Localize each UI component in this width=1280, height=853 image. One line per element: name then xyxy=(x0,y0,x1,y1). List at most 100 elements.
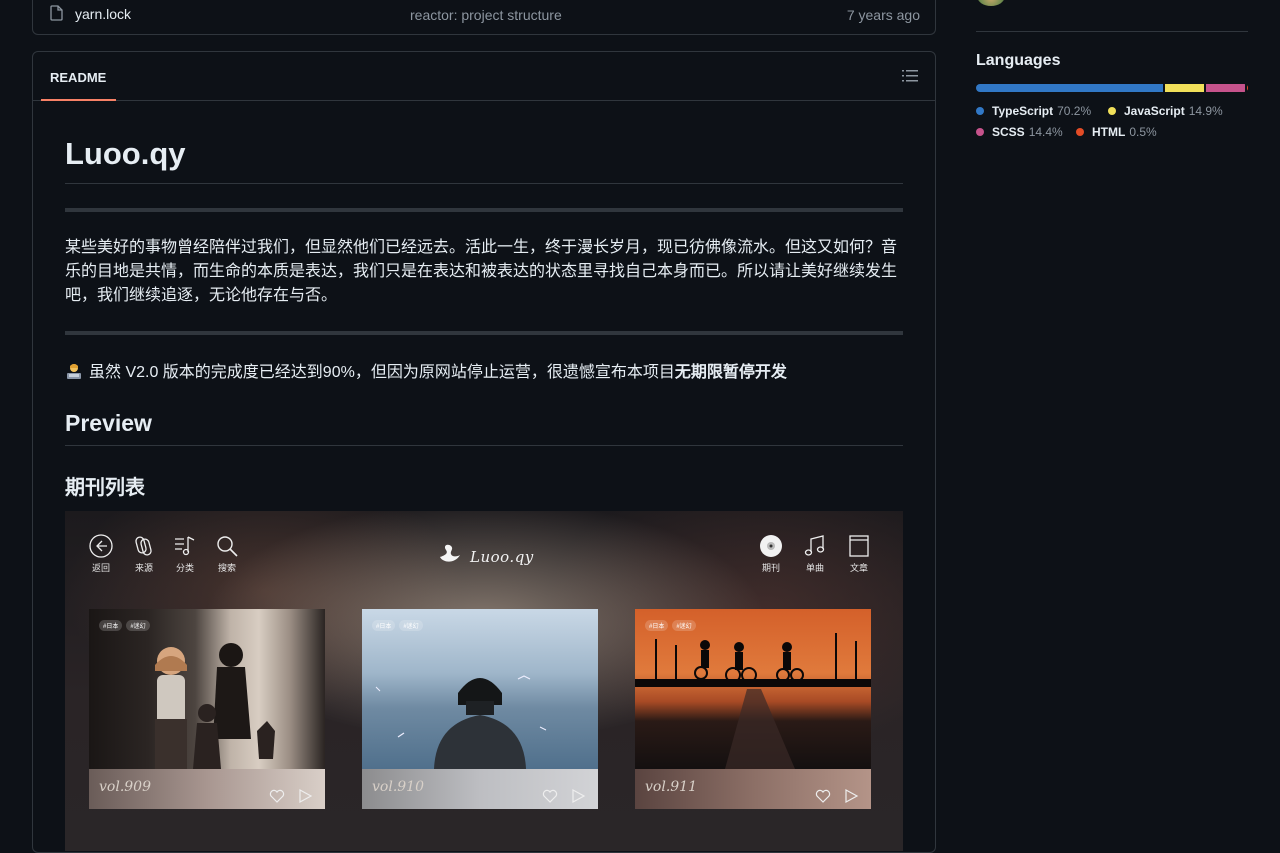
preview-nav-label: 分类 xyxy=(175,563,194,573)
vol-label: vol.909 xyxy=(99,779,151,795)
preview-nav-single: 单曲 xyxy=(801,533,829,574)
heart-icon xyxy=(542,789,558,803)
language-item-scss[interactable]: SCSS 14.4% xyxy=(976,125,1063,139)
heart-icon xyxy=(815,789,831,803)
preview-nav-label: 返回 xyxy=(91,563,110,573)
cover-image: #日本 #迷幻 xyxy=(362,609,598,769)
music-note-icon xyxy=(804,535,825,556)
commit-time: 7 years ago xyxy=(846,7,920,23)
preview-nav-journal: 期刊 xyxy=(757,533,785,574)
file-row[interactable]: yarn.lock reactor: project structure 7 y… xyxy=(33,0,935,32)
languages-title: Languages xyxy=(976,52,1061,69)
language-item-javascript[interactable]: JavaScript 14.9% xyxy=(1108,104,1223,118)
tag: #迷幻 xyxy=(672,620,696,631)
section-heading: 期刊列表 xyxy=(65,477,145,499)
preview-nav-label: 文章 xyxy=(849,563,868,573)
note-strong-text: 无期限暂停开发 xyxy=(674,364,787,381)
tag: #日本 xyxy=(645,620,669,631)
tag: #迷幻 xyxy=(126,620,150,631)
language-percent: 14.9% xyxy=(1188,104,1223,118)
preview-nav-search: 搜索 xyxy=(213,533,241,574)
article-icon xyxy=(849,535,869,557)
scss-color-dot xyxy=(976,128,984,136)
intro-paragraph: 某些美好的事物曾经陪伴过我们，但显然他们已经远去。活此一生，终于漫长岁月，现已彷… xyxy=(65,239,898,304)
preview-nav-source: 来源 xyxy=(130,533,158,574)
preview-card: #日本 #迷幻 vol.909 xyxy=(89,609,325,851)
language-percent: 14.4% xyxy=(1028,125,1063,139)
readme-title: Luoo.qy xyxy=(65,136,186,171)
card-footer: vol.910 xyxy=(362,769,598,809)
app-preview-image: 返回 来源 分类 搜索 Luoo.qy 期刊 单曲 文章 #日本 #迷幻 vol… xyxy=(65,511,903,851)
table-of-contents-icon[interactable] xyxy=(902,69,918,83)
tag: #日本 xyxy=(99,620,123,631)
language-bar-segment xyxy=(976,84,1163,92)
tab-readme[interactable]: README xyxy=(41,52,116,101)
vol-label: vol.910 xyxy=(372,779,424,795)
language-name: SCSS xyxy=(992,125,1025,139)
language-item-typescript[interactable]: TypeScript 70.2% xyxy=(976,104,1091,118)
language-name: TypeScript xyxy=(992,104,1054,118)
tag: #迷幻 xyxy=(399,620,423,631)
file-name-link[interactable]: yarn.lock xyxy=(75,6,131,22)
technologist-emoji-icon xyxy=(67,364,81,379)
file-table: yarn.lock reactor: project structure 7 y… xyxy=(32,0,936,35)
javascript-color-dot xyxy=(1108,107,1116,115)
cover-image: #日本 #迷幻 xyxy=(635,609,871,769)
horizontal-rule xyxy=(65,331,903,335)
language-percent: 0.5% xyxy=(1129,125,1157,139)
back-icon xyxy=(89,534,113,558)
search-icon xyxy=(217,536,238,557)
preview-nav-category: 分类 xyxy=(171,533,199,574)
dev-status-note: 虽然 V2.0 版本的完成度已经达到90%，但因为原网站停止运营，很遗憾宣布本项… xyxy=(65,361,903,385)
tag-list: #日本 #迷幻 xyxy=(372,615,427,633)
disc-icon xyxy=(760,535,782,557)
tag: #日本 xyxy=(372,620,396,631)
note-text: 虽然 V2.0 版本的完成度已经达到90%，但因为原网站停止运营，很遗憾宣布本项… xyxy=(89,364,675,381)
readme-panel: README Luoo.qy 某些美好的事物曾经陪伴过我们，但显然他们已经远去。… xyxy=(32,51,936,853)
preview-logo-text: Luoo.qy xyxy=(470,548,534,566)
language-bar-segment xyxy=(1164,84,1205,92)
title-divider xyxy=(65,183,903,184)
cover-illustration xyxy=(375,675,547,769)
readme-header: README xyxy=(33,52,935,101)
language-percent: 70.2% xyxy=(1057,104,1092,118)
preview-nav-article: 文章 xyxy=(845,533,873,574)
preview-nav-label: 期刊 xyxy=(761,563,780,573)
heading-divider xyxy=(65,445,903,446)
cover-illustration xyxy=(635,633,871,769)
cover-image: #日本 #迷幻 xyxy=(89,609,325,769)
preview-nav-back: 返回 xyxy=(87,533,115,574)
play-icon xyxy=(845,789,859,803)
horizontal-rule xyxy=(65,208,903,212)
vol-label: vol.911 xyxy=(645,779,697,795)
cover-illustration xyxy=(155,643,275,769)
swan-logo-icon xyxy=(440,544,460,562)
tag-list: #日本 #迷幻 xyxy=(99,615,154,633)
preview-nav-label: 来源 xyxy=(134,563,153,573)
typescript-color-dot xyxy=(976,107,984,115)
preview-nav-label: 单曲 xyxy=(805,563,824,573)
preview-card: #日本 #迷幻 vol.911 xyxy=(635,609,871,851)
preview-logo: Luoo.qy xyxy=(437,541,547,571)
language-bar-segment xyxy=(1246,84,1248,92)
language-bar xyxy=(976,84,1248,92)
play-icon xyxy=(572,789,586,803)
heart-icon xyxy=(269,789,285,803)
language-bar-segment xyxy=(1206,84,1245,92)
preview-card: #日本 #迷幻 vol.910 xyxy=(362,609,598,851)
language-item-html[interactable]: HTML 0.5% xyxy=(1076,125,1157,139)
card-footer: vol.911 xyxy=(635,769,871,809)
preview-nav-label: 搜索 xyxy=(217,563,236,573)
sidebar-divider xyxy=(976,31,1248,32)
tab-readme-label: README xyxy=(50,70,107,85)
play-icon xyxy=(299,789,313,803)
contributor-avatar[interactable] xyxy=(977,0,1005,6)
file-icon xyxy=(50,5,63,21)
category-icon xyxy=(175,536,195,556)
commit-message-link[interactable]: reactor: project structure xyxy=(410,7,562,23)
tag-list: #日本 #迷幻 xyxy=(645,615,700,633)
language-name: HTML xyxy=(1092,125,1126,139)
language-name: JavaScript xyxy=(1124,104,1185,118)
preview-heading: Preview xyxy=(65,410,152,436)
html-color-dot xyxy=(1076,128,1084,136)
